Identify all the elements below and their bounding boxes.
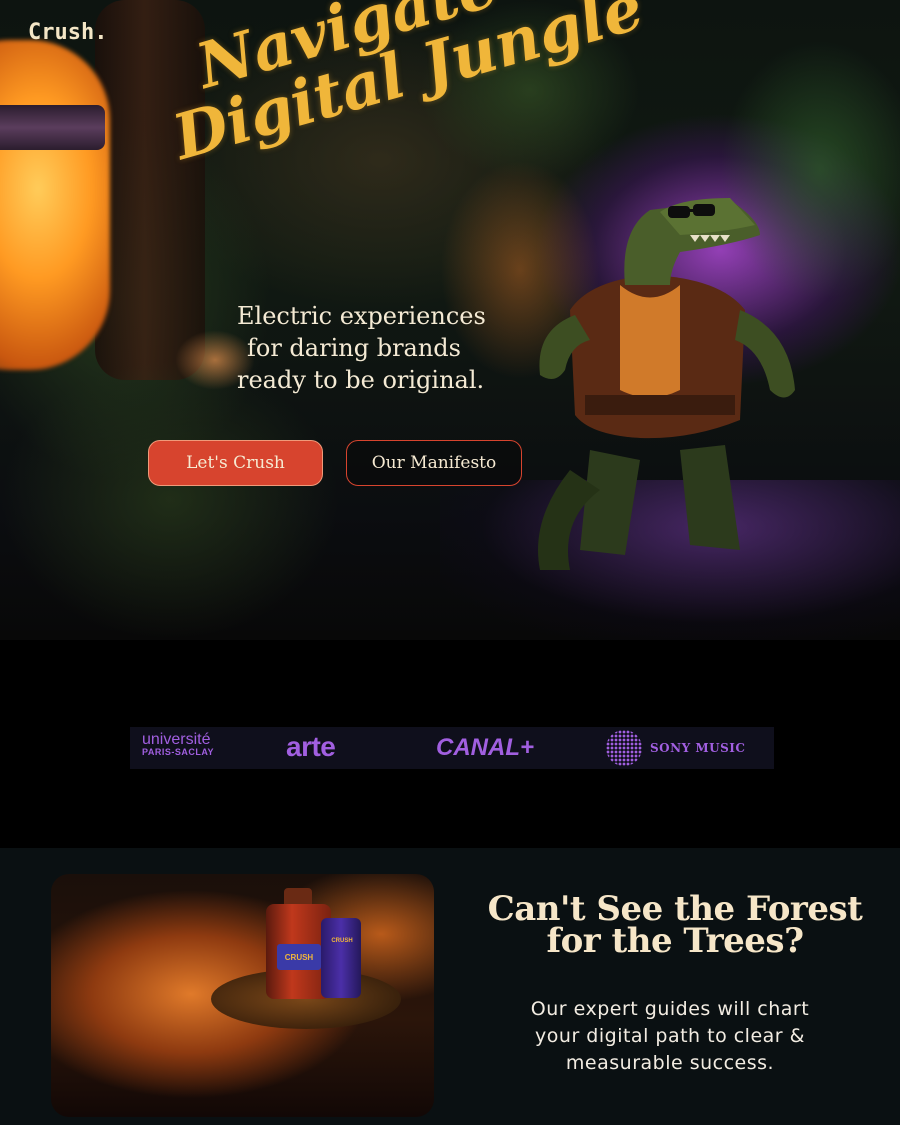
hero-section: Crush. Navigate the Digital Jungle Elect… bbox=[0, 0, 900, 640]
lamp-band-decoration bbox=[0, 105, 105, 150]
universite-paris-saclay-logo: université PARIS-SACLAY bbox=[142, 731, 215, 759]
lets-crush-button[interactable]: Let's Crush bbox=[148, 440, 323, 486]
universite-logo-text: université bbox=[142, 731, 211, 748]
subhead-line: for daring brands bbox=[247, 334, 461, 362]
paris-saclay-logo-text: PARIS-SACLAY bbox=[142, 747, 215, 757]
partner-logos-strip: université PARIS-SACLAY arte CANAL+ SONY… bbox=[130, 727, 774, 769]
forest-section-body: Our expert guides will chart your digita… bbox=[500, 996, 840, 1077]
brand-logo[interactable]: Crush. bbox=[28, 20, 107, 45]
crocodile-mascot-image bbox=[538, 198, 795, 570]
sony-music-logo-text: SONY MUSIC bbox=[650, 741, 746, 755]
subhead-line: ready to be original. bbox=[237, 366, 485, 394]
blue-bottle-image bbox=[321, 918, 361, 998]
subhead-line: Electric experiences bbox=[237, 302, 486, 330]
body-line: your digital path to clear & bbox=[535, 1025, 805, 1047]
lamp-glow-decoration bbox=[0, 40, 110, 370]
foliage-decoration bbox=[0, 360, 340, 640]
our-manifesto-button[interactable]: Our Manifesto bbox=[346, 440, 522, 486]
bottle-label: CRUSH bbox=[277, 944, 321, 970]
product-bottles-image: CRUSH CRUSH bbox=[51, 874, 434, 1117]
sony-music-logo: SONY MUSIC bbox=[606, 730, 745, 766]
bottle-label-small: CRUSH bbox=[331, 938, 353, 944]
sony-dot-pattern-icon bbox=[606, 730, 642, 766]
body-line: measurable success. bbox=[565, 1052, 775, 1074]
arte-logo: arte bbox=[286, 731, 336, 762]
forest-section-title: Can't See the Forest for the Trees? bbox=[470, 892, 880, 961]
title-line: for the Trees? bbox=[546, 921, 804, 961]
canal-plus-logo: CANAL+ bbox=[436, 734, 535, 761]
body-line: Our expert guides will chart bbox=[530, 998, 810, 1020]
hero-subheading: Electric experiences for daring brands r… bbox=[237, 300, 537, 396]
